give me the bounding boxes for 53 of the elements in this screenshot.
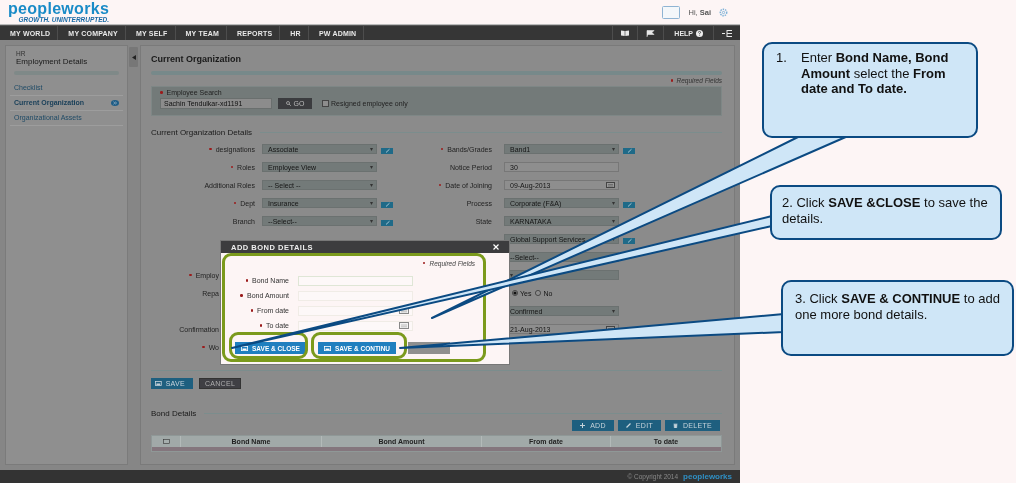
caret-icon bbox=[370, 183, 373, 187]
caret-icon bbox=[370, 219, 373, 223]
avatar-icon[interactable] bbox=[662, 5, 681, 19]
edit-icon[interactable] bbox=[623, 238, 635, 244]
settings-icon[interactable] bbox=[719, 7, 728, 17]
caret-icon bbox=[612, 201, 615, 205]
edit-icon[interactable] bbox=[623, 148, 635, 154]
caret-icon bbox=[612, 309, 615, 313]
disk-icon bbox=[155, 381, 162, 386]
radio-button[interactable] bbox=[535, 290, 542, 296]
caret-icon bbox=[370, 201, 373, 205]
callout-text: 2. Click SAVE &CLOSE to save the details. bbox=[782, 195, 988, 228]
callout-text: Enter Bond Name, Bond Amount select the From date and To date. bbox=[801, 50, 950, 99]
caret-icon bbox=[370, 147, 373, 151]
callout-text: 3. Click SAVE & CONTINUE to add one more bond details. bbox=[795, 291, 1001, 324]
caret-icon bbox=[612, 219, 615, 223]
flag-icon[interactable] bbox=[646, 29, 656, 37]
edit-icon[interactable] bbox=[381, 220, 393, 226]
trash-icon bbox=[672, 423, 678, 428]
calendar-icon bbox=[606, 182, 615, 188]
logo: peopleworks bbox=[8, 0, 110, 17]
caret-icon bbox=[612, 147, 615, 151]
arrow-circle-icon bbox=[111, 99, 119, 106]
select-all-checkbox[interactable] bbox=[162, 439, 170, 444]
disk-icon bbox=[241, 345, 248, 351]
caret-icon bbox=[370, 165, 373, 169]
collapse-icon bbox=[131, 54, 136, 60]
pencil-icon bbox=[625, 423, 631, 428]
section-title: Bond Details bbox=[151, 409, 197, 418]
input-field[interactable] bbox=[298, 275, 413, 286]
caret-icon bbox=[612, 237, 615, 241]
calendar-icon bbox=[399, 322, 409, 329]
required-marker bbox=[670, 79, 674, 82]
question-icon bbox=[696, 29, 703, 37]
search-icon bbox=[285, 101, 291, 106]
disk-icon bbox=[323, 345, 331, 351]
required-marker bbox=[160, 91, 163, 94]
page-title: Current Organization bbox=[151, 53, 241, 64]
book-icon[interactable] bbox=[621, 30, 630, 36]
callout-number: 1. bbox=[776, 50, 788, 67]
close-icon[interactable] bbox=[493, 244, 499, 250]
section-title: Current Organization Details bbox=[151, 128, 252, 137]
radio-button[interactable] bbox=[512, 290, 518, 296]
footer-logo: peopleworks bbox=[683, 472, 732, 481]
edit-icon[interactable] bbox=[623, 202, 635, 208]
edit-icon[interactable] bbox=[381, 148, 393, 154]
sidebar-title: Employment Details bbox=[15, 57, 89, 66]
plus-icon bbox=[580, 423, 586, 428]
checkbox[interactable] bbox=[322, 100, 329, 107]
collapse-handle[interactable] bbox=[129, 47, 138, 67]
menu-icon[interactable] bbox=[722, 29, 732, 37]
edit-icon[interactable] bbox=[381, 202, 393, 208]
input-field[interactable] bbox=[298, 290, 413, 301]
